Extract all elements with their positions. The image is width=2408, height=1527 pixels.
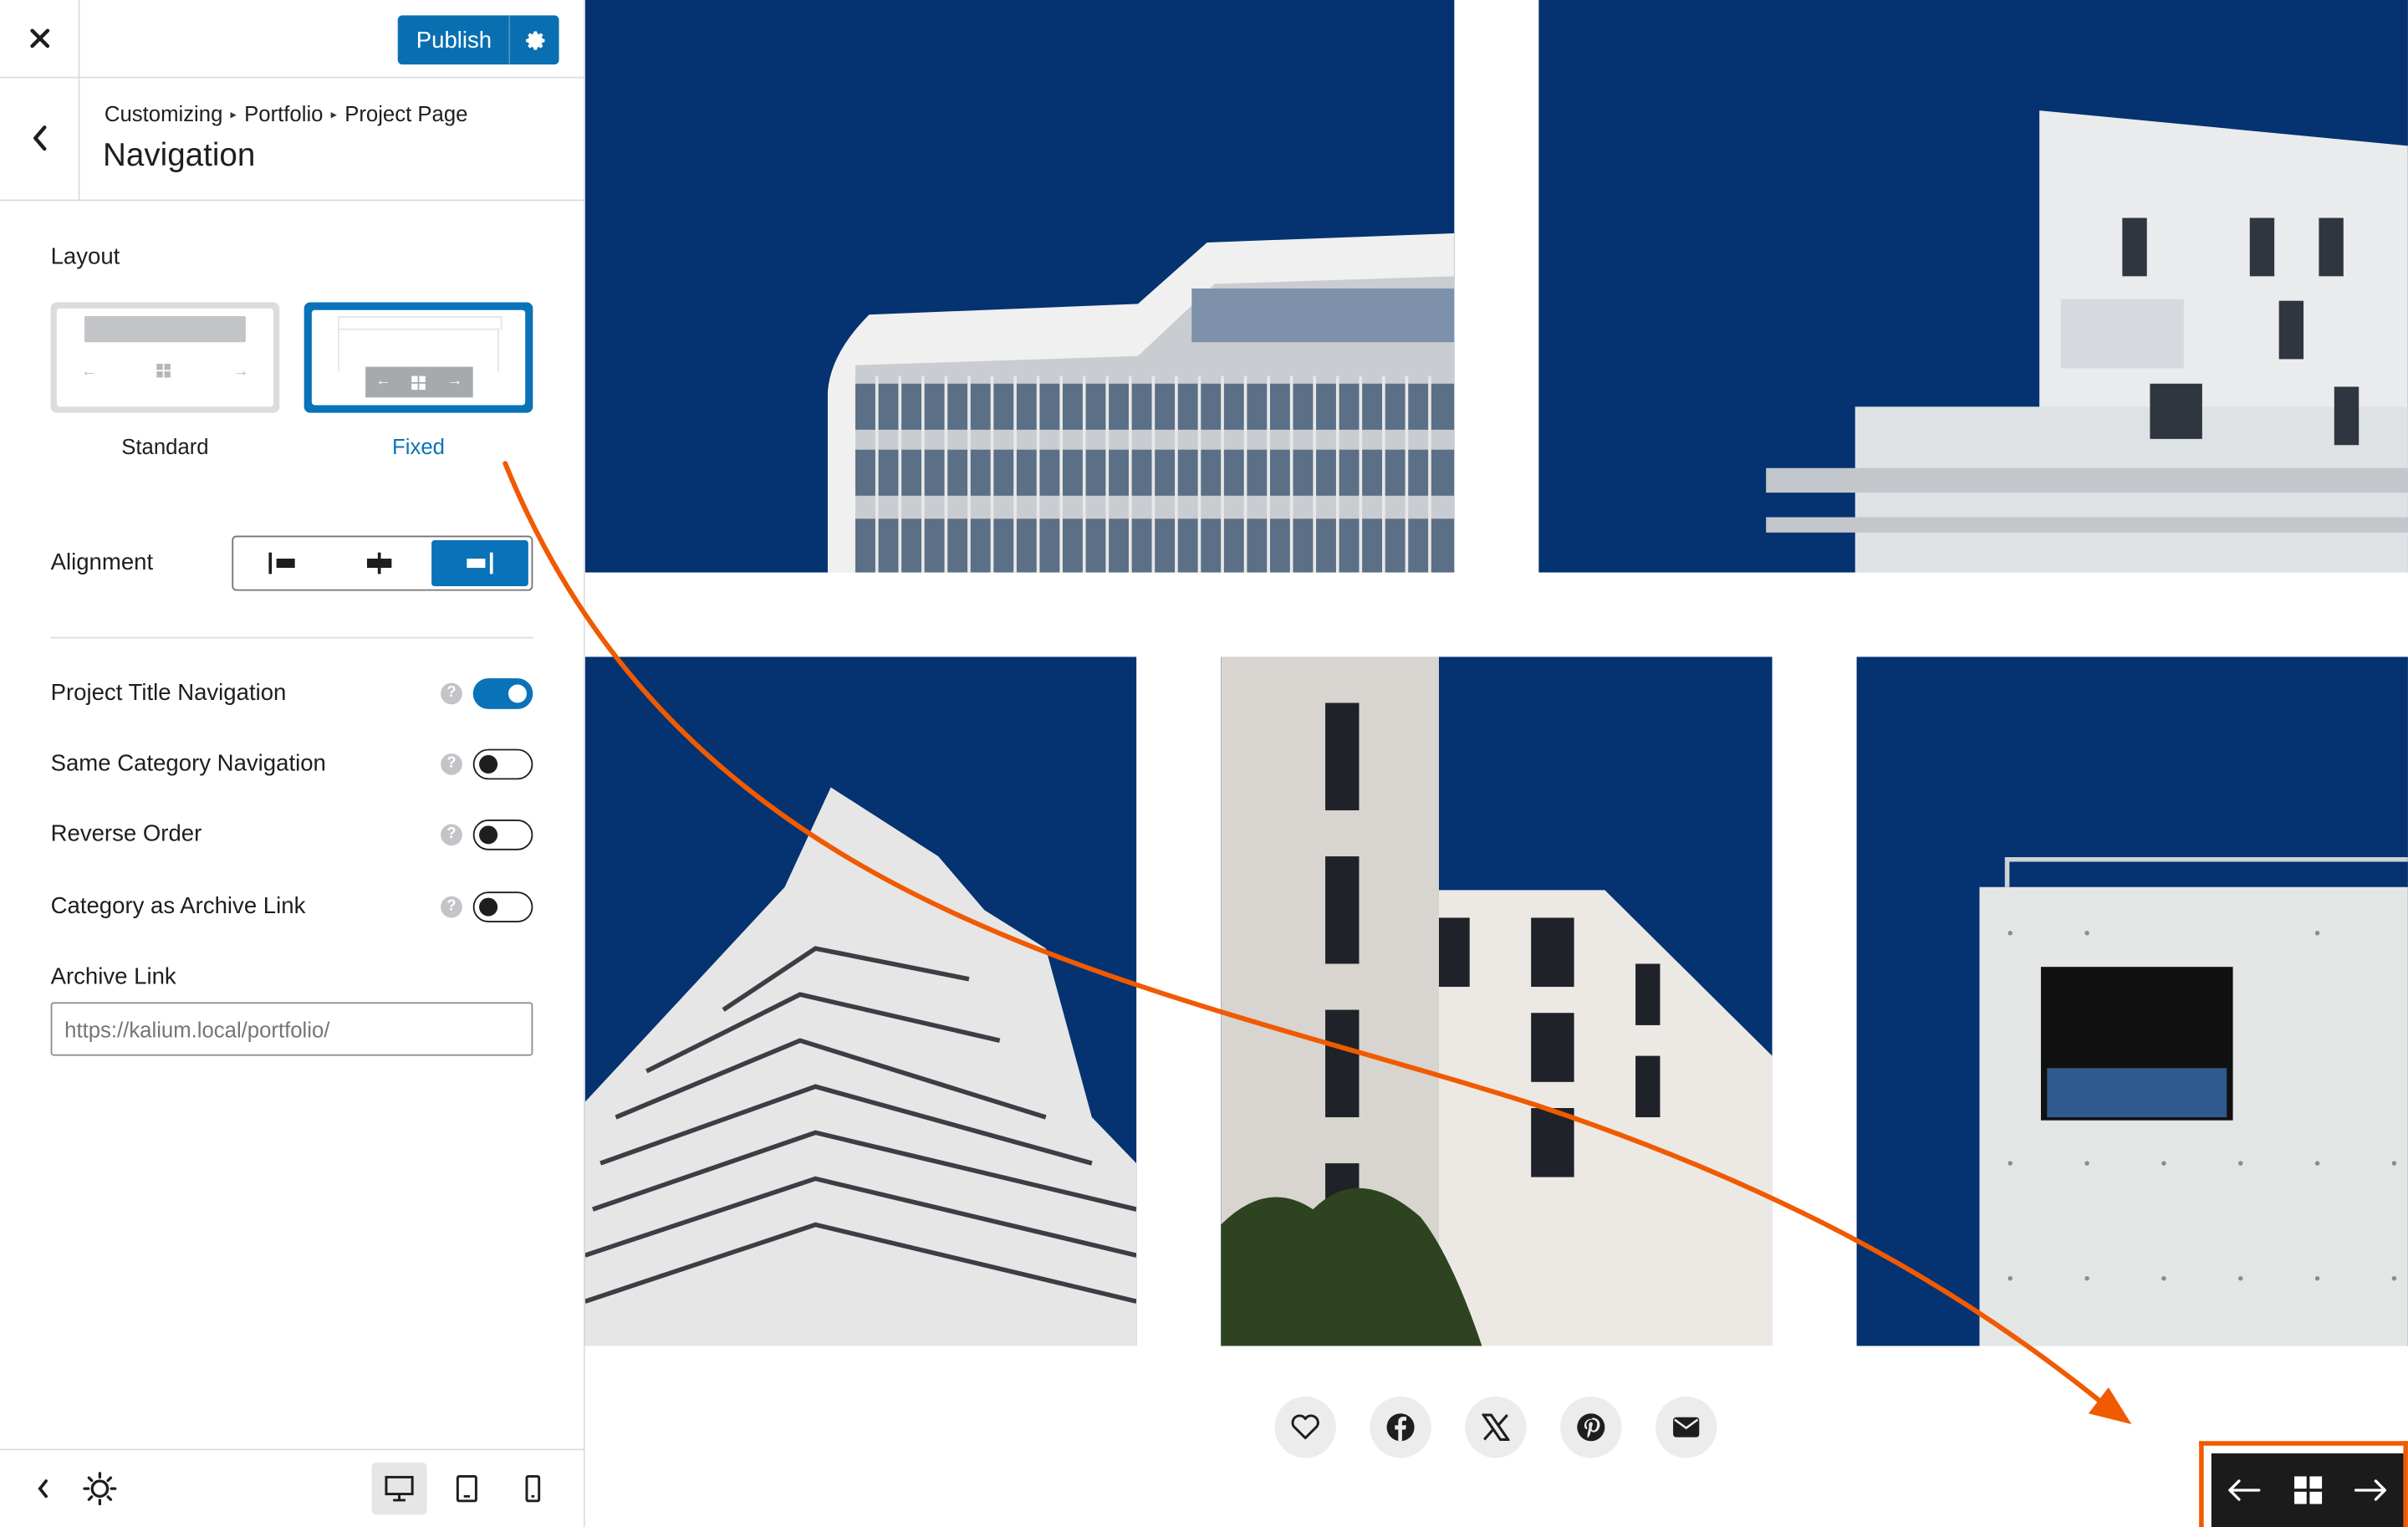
toggle-row-reverse-order: Reverse Order ? xyxy=(51,816,533,853)
gear-icon xyxy=(525,30,544,49)
close-icon xyxy=(29,28,49,49)
portfolio-image xyxy=(584,0,1455,573)
category-as-archive-link-toggle[interactable] xyxy=(472,891,533,922)
portfolio-image xyxy=(1538,0,2408,573)
next-project-button[interactable] xyxy=(2339,1453,2404,1527)
pinterest-icon xyxy=(1577,1413,1605,1442)
toggle-label: Same Category Navigation xyxy=(50,750,326,777)
align-right-icon xyxy=(467,552,494,575)
standard-layout-preview-icon: ← → xyxy=(56,308,273,407)
align-center-icon xyxy=(366,552,392,575)
publish-group: Publish xyxy=(397,15,559,65)
close-button[interactable] xyxy=(0,0,80,77)
layout-option-standard-label: Standard xyxy=(121,434,209,459)
breadcrumb-separator-icon: ▸ xyxy=(230,106,237,121)
alignment-label: Alignment xyxy=(50,549,154,576)
breadcrumb-separator-icon: ▸ xyxy=(330,106,338,121)
customizer-sidebar: Publish Customizing ▸ Portfolio ▸ Projec… xyxy=(0,0,585,1527)
portfolio-image xyxy=(1856,656,2408,1346)
toggle-row-category-as-archive-link: Category as Archive Link ? xyxy=(51,889,533,926)
toggle-label: Reverse Order xyxy=(50,820,202,848)
facebook-icon xyxy=(1386,1413,1415,1442)
share-facebook-button[interactable] xyxy=(1370,1397,1431,1458)
x-icon xyxy=(1482,1413,1510,1441)
chevron-left-icon xyxy=(38,1479,48,1499)
color-scheme-button[interactable] xyxy=(72,1463,127,1514)
reverse-order-toggle[interactable] xyxy=(472,819,533,850)
sun-icon xyxy=(83,1472,117,1506)
layout-label: Layout xyxy=(50,243,120,270)
customizer-window: Publish Customizing ▸ Portfolio ▸ Projec… xyxy=(0,0,2408,1527)
align-center-button[interactable] xyxy=(330,537,427,589)
publish-settings-button[interactable] xyxy=(510,15,559,65)
chevron-left-icon xyxy=(33,125,46,151)
share-x-button[interactable] xyxy=(1465,1397,1527,1458)
project-title-navigation-toggle[interactable] xyxy=(472,678,533,709)
collapse-sidebar-button[interactable] xyxy=(15,1463,70,1514)
archive-link-input[interactable] xyxy=(50,1002,533,1056)
layout-option-fixed-label: Fixed xyxy=(392,434,445,459)
breadcrumb-item: Portfolio xyxy=(244,101,324,126)
fixed-layout-preview-icon: ← → xyxy=(311,309,526,406)
archive-link-label: Archive Link xyxy=(50,963,176,990)
device-desktop-button[interactable] xyxy=(371,1462,427,1515)
layout-option-fixed[interactable]: ← → xyxy=(304,302,533,413)
align-left-button[interactable] xyxy=(233,537,330,589)
section-header: Customizing ▸ Portfolio ▸ Project Page N… xyxy=(0,76,584,202)
publish-button[interactable]: Publish xyxy=(397,15,511,65)
previous-project-button[interactable] xyxy=(2212,1453,2276,1527)
arrow-right-icon xyxy=(2354,1479,2387,1501)
share-pinterest-button[interactable] xyxy=(1560,1397,1622,1458)
help-icon[interactable]: ? xyxy=(441,896,462,918)
arrow-left-icon xyxy=(2227,1479,2261,1501)
portfolio-image xyxy=(1221,656,1773,1346)
device-mobile-button[interactable] xyxy=(505,1463,560,1514)
align-right-button[interactable] xyxy=(431,539,528,587)
breadcrumb-item: Project Page xyxy=(344,101,468,126)
align-left-icon xyxy=(268,552,295,575)
fixed-navigation-bar xyxy=(2211,1453,2404,1527)
fixed-project-navigation xyxy=(2199,1441,2408,1527)
divider xyxy=(50,636,533,639)
sidebar-topbar: Publish xyxy=(0,0,584,79)
share-buttons xyxy=(1274,1397,1717,1458)
same-category-navigation-toggle[interactable] xyxy=(472,748,533,780)
email-icon xyxy=(1673,1417,1700,1438)
like-button[interactable] xyxy=(1274,1397,1336,1458)
grid-icon xyxy=(2293,1476,2322,1504)
breadcrumb: Customizing ▸ Portfolio ▸ Project Page xyxy=(105,101,468,125)
toggle-label: Project Title Navigation xyxy=(50,679,287,707)
section-title: Navigation xyxy=(103,138,256,174)
site-preview xyxy=(584,0,2408,1527)
sidebar-footer xyxy=(0,1448,584,1527)
alignment-button-group xyxy=(232,535,533,591)
tablet-icon xyxy=(456,1474,477,1503)
heart-icon xyxy=(1291,1414,1319,1440)
layout-option-standard[interactable]: ← → xyxy=(50,302,280,413)
toggle-row-same-category-navigation: Same Category Navigation ? xyxy=(51,746,533,783)
portfolio-image xyxy=(584,656,1137,1346)
back-to-portfolio-button[interactable] xyxy=(2275,1453,2339,1527)
toggle-label: Category as Archive Link xyxy=(50,893,306,920)
help-icon[interactable]: ? xyxy=(441,682,462,705)
toggle-row-project-title-navigation: Project Title Navigation ? xyxy=(51,675,533,712)
desktop-icon xyxy=(385,1475,414,1502)
back-button[interactable] xyxy=(0,76,80,200)
breadcrumb-item: Customizing xyxy=(104,101,223,126)
help-icon[interactable]: ? xyxy=(441,824,462,846)
share-email-button[interactable] xyxy=(1655,1397,1717,1458)
device-tablet-button[interactable] xyxy=(439,1463,494,1514)
mobile-icon xyxy=(525,1474,541,1503)
help-icon[interactable]: ? xyxy=(441,753,462,775)
